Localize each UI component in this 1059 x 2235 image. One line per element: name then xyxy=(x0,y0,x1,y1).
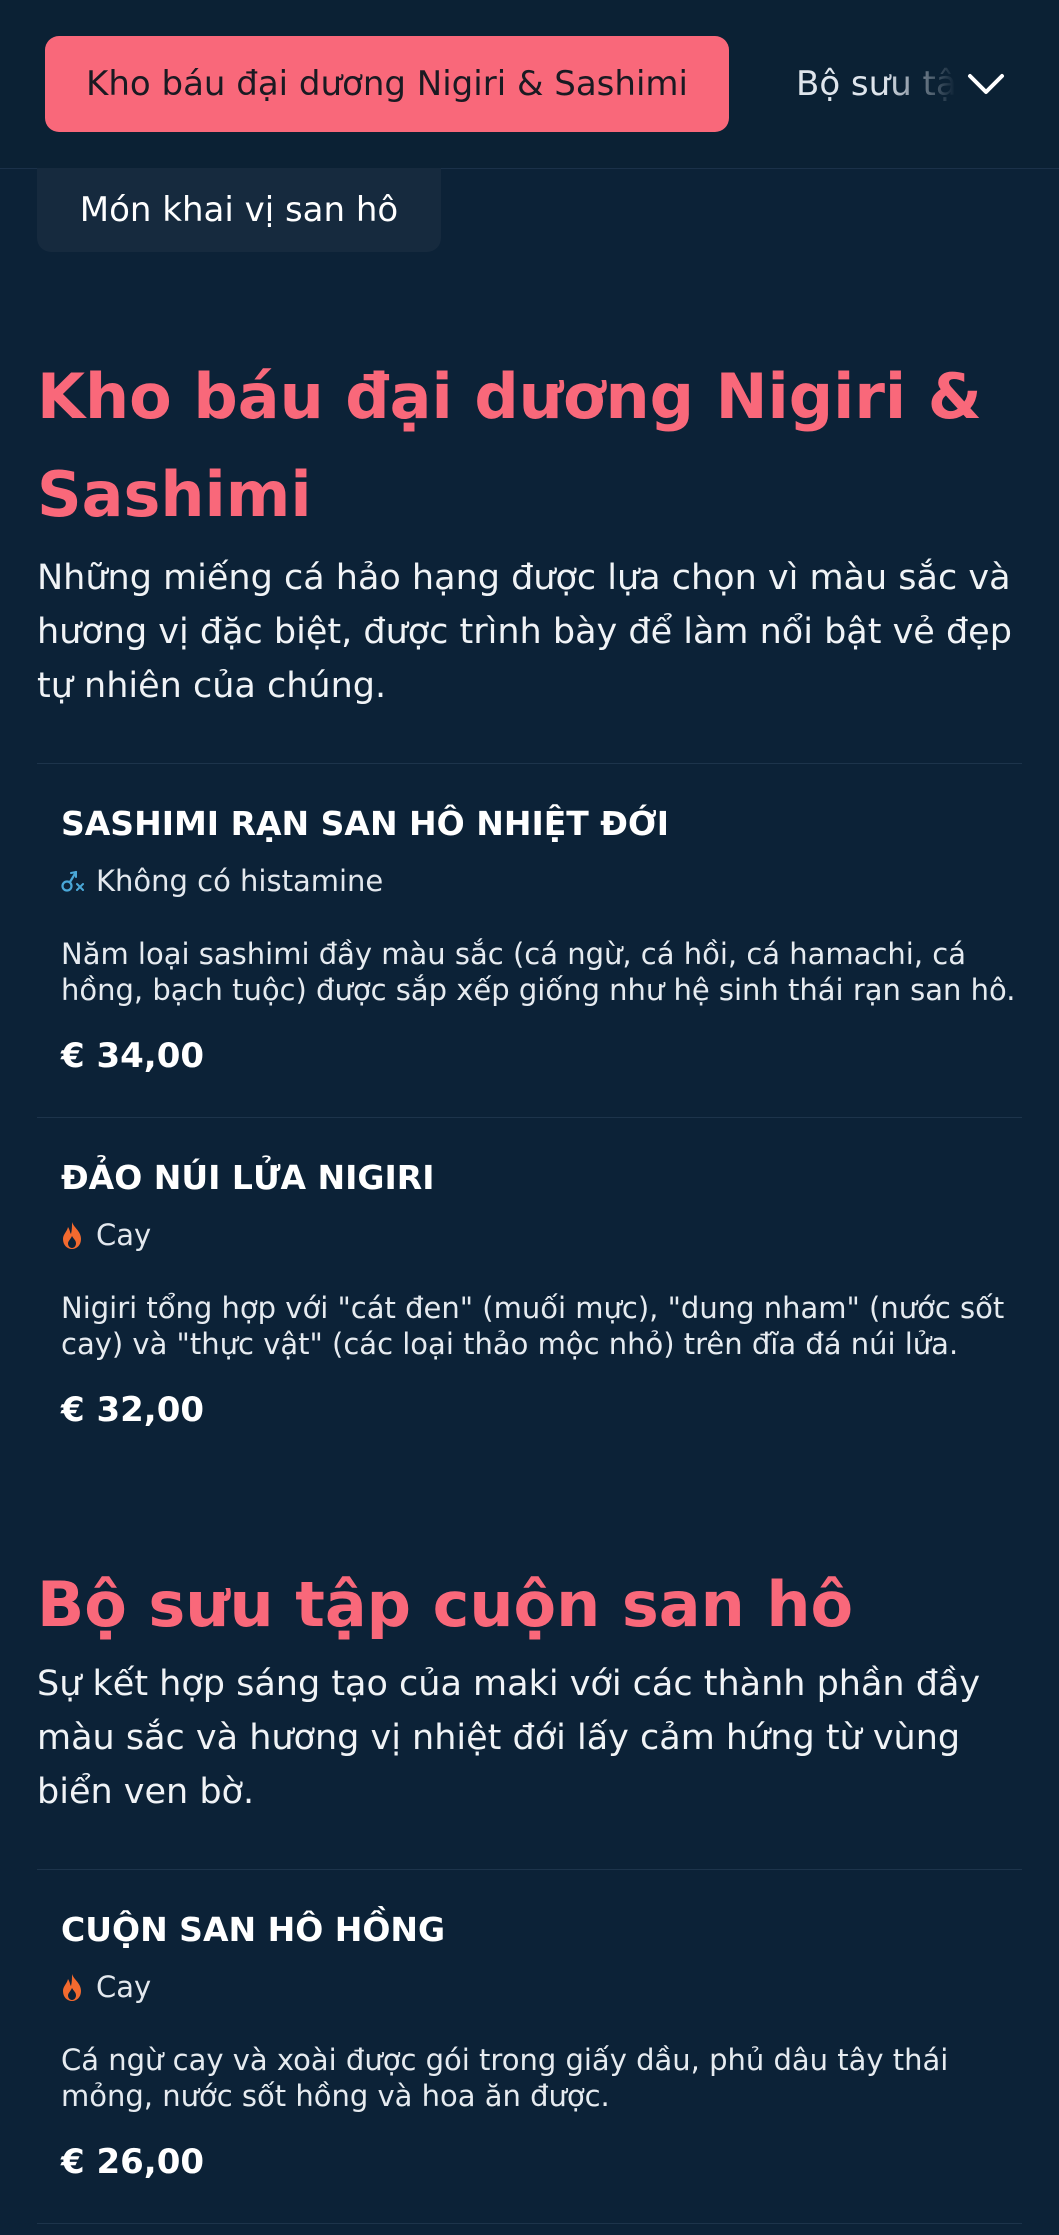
tag-label: Không có histamine xyxy=(96,864,384,898)
tab-coral-rolls[interactable]: Bộ sưu tập cuộn san hô xyxy=(796,36,956,132)
menu-item-price: € 34,00 xyxy=(61,1036,205,1076)
section-title-nigiri-sashimi: Kho báu đại dương Nigiri & Sashimi xyxy=(37,360,982,531)
menu-item-price: € 32,00 xyxy=(61,1390,205,1430)
dietary-tag: Cay xyxy=(58,1970,151,2004)
menu-item-name[interactable]: CUỘN SAN HÔ HỒNG xyxy=(61,1910,445,1949)
tab-coral-appetizers[interactable]: Món khai vị san hô xyxy=(37,168,441,252)
dietary-tag: Không có histamine xyxy=(58,864,383,898)
dietary-tag: Cay xyxy=(58,1218,151,1252)
menu-item-description: Nigiri tổng hợp với "cát đen" (muối mực)… xyxy=(61,1291,1005,1361)
tag-label: Cay xyxy=(96,1218,152,1252)
flame-icon xyxy=(63,1974,81,2001)
section-title-coral-rolls: Bộ sưu tập cuộn san hô xyxy=(37,1568,854,1641)
menu-item-price: € 26,00 xyxy=(61,2142,205,2182)
histamine-free-icon xyxy=(61,870,84,892)
chevron-down-icon[interactable] xyxy=(964,62,1008,106)
tab-nigiri-sashimi[interactable]: Kho báu đại dương Nigiri & Sashimi xyxy=(45,36,729,132)
flame-icon xyxy=(63,1222,81,1249)
divider xyxy=(37,763,1022,764)
section-description: Những miếng cá hảo hạng được lựa chọn vì… xyxy=(37,558,1012,706)
menu-item-description: Cá ngừ cay và xoài được gói trong giấy d… xyxy=(61,2043,949,2113)
menu-item-name[interactable]: ĐẢO NÚI LỬA NIGIRI xyxy=(61,1158,435,1197)
menu-item-name[interactable]: SASHIMI RẠN SAN HÔ NHIỆT ĐỚI xyxy=(61,804,669,843)
divider xyxy=(37,1869,1022,1870)
category-nav-bar: Kho báu đại dương Nigiri & Sashimi Bộ sư… xyxy=(0,0,1059,169)
section-description: Sự kết hợp sáng tạo của maki với các thà… xyxy=(37,1664,981,1812)
divider xyxy=(37,2223,1022,2224)
tag-label: Cay xyxy=(96,1970,152,2004)
divider xyxy=(37,1117,1022,1118)
menu-item-description: Năm loại sashimi đầy màu sắc (cá ngừ, cá… xyxy=(61,937,1016,1007)
